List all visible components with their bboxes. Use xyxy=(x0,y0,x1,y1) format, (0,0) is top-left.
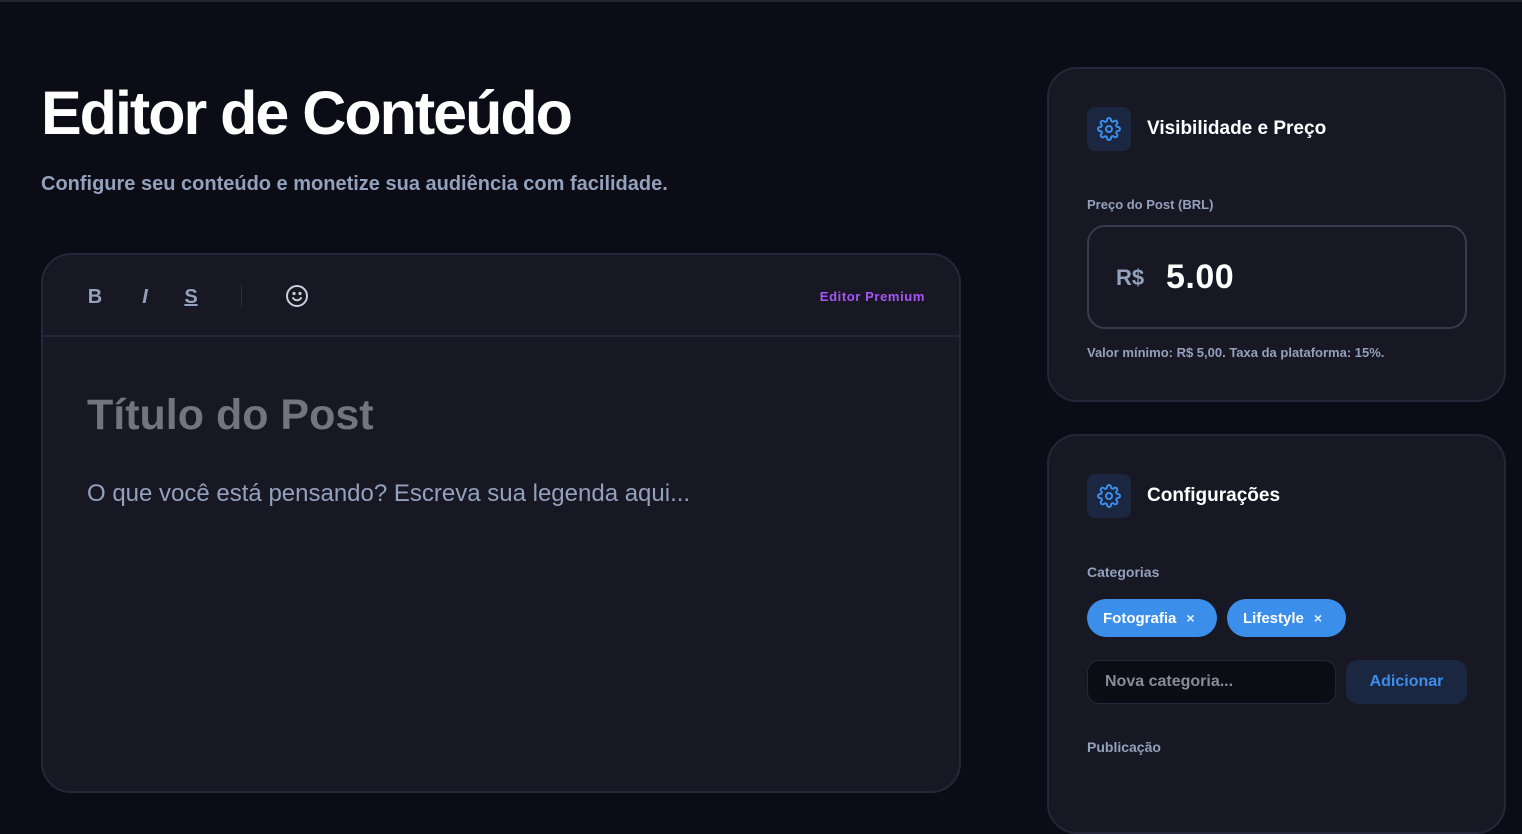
page-subtitle: Configure seu conteúdo e monetize sua au… xyxy=(41,173,668,195)
price-input[interactable]: R$ 5.00 xyxy=(1087,225,1467,329)
publication-label: Publicação xyxy=(1087,739,1161,755)
page-title: Editor de Conteúdo xyxy=(41,79,573,147)
post-caption-input[interactable]: O que você está pensando? Escreva sua le… xyxy=(87,479,690,509)
price-label: Preço do Post (BRL) xyxy=(1087,197,1214,212)
smiley-icon xyxy=(286,285,308,307)
price-value: 5.00 xyxy=(1166,258,1235,296)
post-title-input[interactable]: Título do Post xyxy=(87,389,374,441)
editor-premium-badge: Editor Premium xyxy=(819,289,925,304)
price-currency: R$ xyxy=(1116,265,1145,290)
category-tag: Lifestyle × xyxy=(1227,599,1346,637)
settings-card: Configurações Categorias Fotografia × Li… xyxy=(1047,434,1506,834)
price-hint: Valor mínimo: R$ 5,00. Taxa da plataform… xyxy=(1087,345,1385,360)
emoji-button[interactable] xyxy=(285,284,309,308)
category-tag-label: Lifestyle xyxy=(1243,609,1304,627)
gear-icon xyxy=(1097,484,1121,508)
new-category-input[interactable]: Nova categoria... xyxy=(1087,660,1336,704)
toolbar-separator xyxy=(241,285,242,307)
settings-title: Configurações xyxy=(1147,485,1281,506)
bold-button[interactable]: B xyxy=(85,283,105,311)
top-divider xyxy=(0,0,1522,2)
italic-button[interactable]: I xyxy=(135,283,155,311)
category-tag: Fotografia × xyxy=(1087,599,1217,637)
visibility-price-card: Visibilidade e Preço Preço do Post (BRL)… xyxy=(1047,67,1506,402)
strikethrough-button[interactable]: S xyxy=(181,283,201,311)
editor-card: B I S Editor Premium Título do Post O qu… xyxy=(41,253,961,793)
card-icon-box xyxy=(1087,474,1131,518)
remove-tag-icon[interactable]: × xyxy=(1186,610,1194,626)
gear-icon xyxy=(1097,117,1121,141)
categories-label: Categorias xyxy=(1087,564,1160,580)
add-category-button[interactable]: Adicionar xyxy=(1346,660,1467,704)
category-tag-label: Fotografia xyxy=(1103,609,1177,627)
remove-tag-icon[interactable]: × xyxy=(1314,610,1322,626)
card-icon-box xyxy=(1087,107,1131,151)
visibility-price-title: Visibilidade e Preço xyxy=(1147,118,1327,139)
editor-toolbar: B I S Editor Premium xyxy=(43,255,959,337)
